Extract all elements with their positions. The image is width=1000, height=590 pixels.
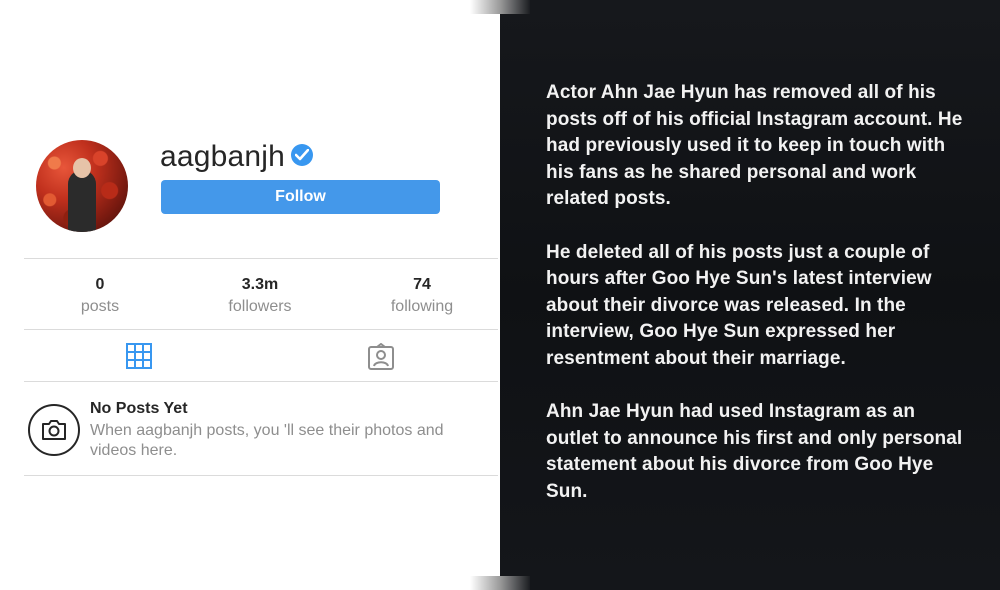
tagged-icon[interactable] [367, 342, 395, 376]
caption-text: Actor Ahn Jae Hyun has removed all of hi… [546, 80, 966, 532]
stat-label: following [390, 298, 454, 315]
avatar[interactable] [36, 140, 128, 232]
divider [24, 258, 498, 259]
stat-label: followers [228, 298, 292, 315]
caption-paragraph: He deleted all of his posts just a coupl… [546, 241, 932, 369]
stat-value: 0 [95, 276, 105, 293]
verified-badge-icon [291, 144, 314, 167]
stat-label: posts [80, 298, 120, 315]
camera-icon [28, 404, 80, 456]
divider [24, 329, 498, 330]
caption-paragraph: Actor Ahn Jae Hyun has removed all of hi… [546, 82, 963, 209]
username-text: aagbanjh [160, 140, 286, 173]
panel-edge-shadow [470, 576, 530, 590]
caption-paragraph: Ahn Jae Hyun had used Instagram as an ou… [546, 401, 963, 502]
stat-value: 74 [413, 276, 431, 293]
grid-icon[interactable] [126, 343, 152, 374]
profile-username: aagbanjh [160, 140, 314, 174]
follow-button[interactable]: Follow [161, 180, 440, 214]
avatar-head [73, 158, 91, 178]
divider [24, 381, 498, 382]
panel-edge-shadow [470, 0, 530, 14]
divider [24, 475, 498, 476]
stat-value: 3.3m [241, 276, 279, 293]
empty-state-title: No Posts Yet [90, 400, 188, 417]
empty-state-description: When aagbanjh posts, you 'll see their p… [90, 422, 444, 459]
instagram-profile-panel: aagbanjh Follow 0 posts 3.3m followers 7… [0, 0, 500, 590]
stat-followers[interactable]: 3.3m followers [200, 276, 320, 318]
avatar-person [68, 170, 96, 232]
stat-following[interactable]: 74 following [362, 276, 482, 318]
stat-posts: 0 posts [40, 276, 160, 318]
